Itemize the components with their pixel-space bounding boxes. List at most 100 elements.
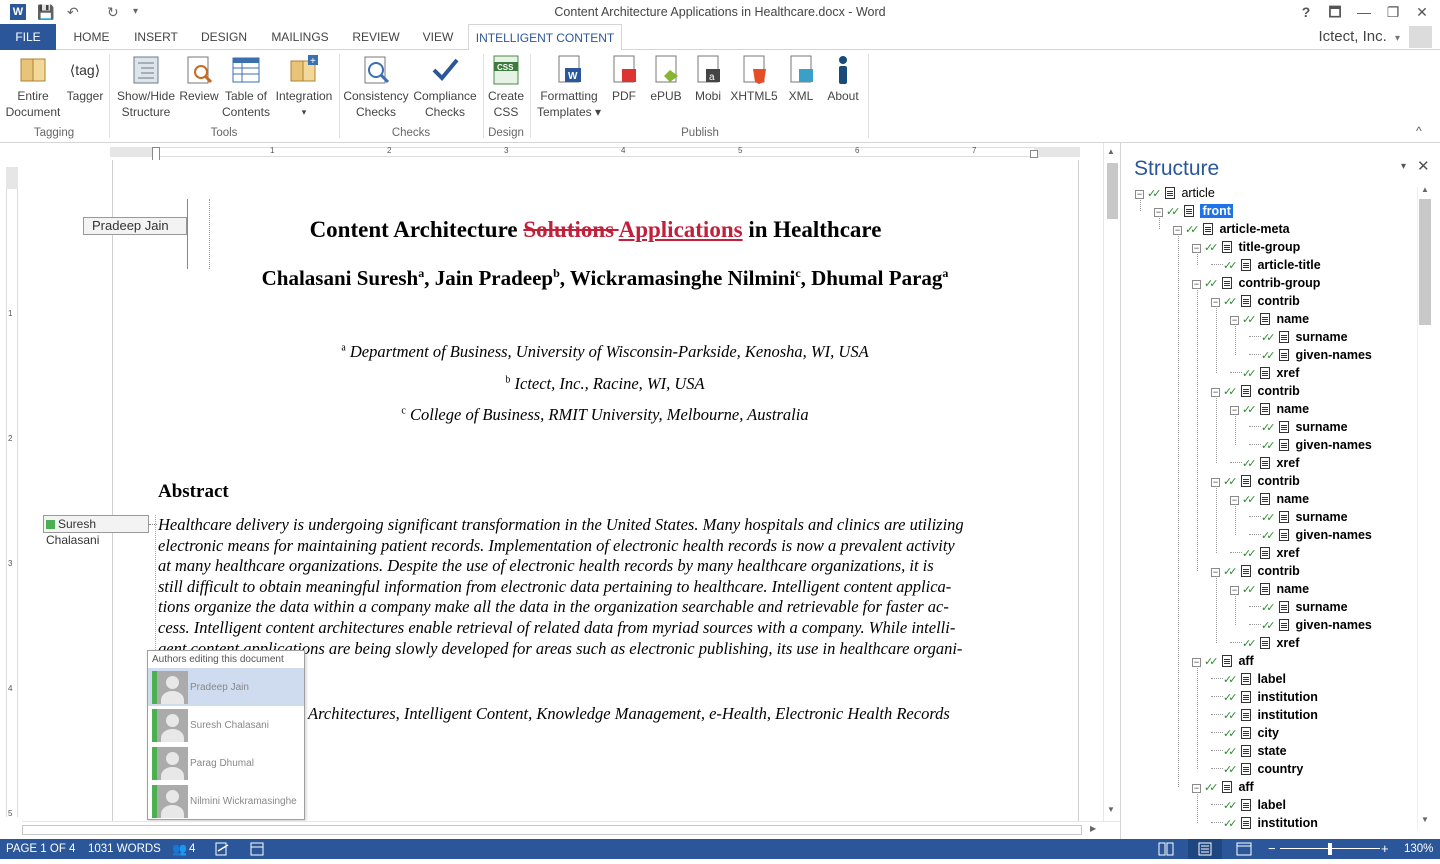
macro-icon[interactable] [250,839,264,863]
author-line[interactable]: Chalasani Suresh a, Jain Pradeepb, Wickra… [112,266,1098,291]
authors-icon[interactable]: 👥 [172,839,187,859]
tab-mailings[interactable]: MAILINGS [265,24,335,50]
tab-view[interactable]: VIEW [417,24,459,50]
read-mode-icon[interactable] [1158,839,1174,863]
tree-node[interactable]: ✓✓ surname [1249,328,1348,346]
tree-node[interactable]: ✓✓ institution [1211,688,1318,706]
scroll-up-icon[interactable]: ▲ [1107,147,1115,156]
show-hide-structure-button[interactable]: Show/Hide Structure [114,54,178,120]
mobi-button[interactable]: a Mobi [688,54,728,104]
affiliation-b[interactable]: b Ictect, Inc., Racine, WI, USA [112,374,1098,394]
user-account[interactable]: Ictect, Inc. ▾ [1318,28,1400,45]
collapse-ribbon-icon[interactable]: ^ [1416,124,1422,138]
proofing-icon[interactable] [214,839,230,864]
author-entry[interactable]: Suresh Chalasani [148,706,304,744]
horizontal-scroll-thumb[interactable] [22,825,1082,835]
web-layout-icon[interactable] [1236,839,1252,863]
compliance-checks-button[interactable]: Compliance Checks [410,54,480,120]
tree-node[interactable]: ✓✓ given-names [1249,436,1372,454]
tree-node[interactable]: − ✓✓ name [1230,490,1309,508]
pdf-button[interactable]: PDF [604,54,644,104]
xhtml5-button[interactable]: XHTML5 [728,54,780,104]
consistency-checks-button[interactable]: Consistency Checks [342,54,410,120]
vertical-scroll-thumb[interactable] [1107,163,1118,219]
tree-node[interactable]: ✓✓ xref [1230,364,1299,382]
horizontal-scrollbar[interactable]: ◀ ▶ [22,821,1120,838]
close-pane-icon[interactable]: ✕ [1417,157,1430,175]
horizontal-ruler[interactable]: 1 2 3 4 5 6 7 [110,146,1080,161]
tree-node[interactable]: − ✓✓ contrib [1211,382,1300,400]
tree-node[interactable]: ✓✓ xref [1230,634,1299,652]
scroll-right-icon[interactable]: ▶ [1090,824,1096,833]
tree-node[interactable]: ✓✓ country [1211,760,1303,778]
tree-node[interactable]: ✓✓ given-names [1249,346,1372,364]
tree-node[interactable]: − ✓✓ name [1230,400,1309,418]
tree-node[interactable]: − ✓✓ contrib [1211,472,1300,490]
tagger-button[interactable]: ⟨tag⟩ Tagger [64,54,106,104]
tree-node[interactable]: − ✓✓ article [1135,184,1215,202]
word-count[interactable]: 1031 WORDS [88,839,161,859]
tree-node[interactable]: ✓✓ city [1211,724,1279,742]
vertical-ruler[interactable]: 1 2 3 4 5 [0,143,22,823]
tree-scrollbar[interactable]: ▲ ▼ [1417,185,1431,830]
minimize-button[interactable]: — [1352,2,1376,22]
vertical-scrollbar[interactable]: ▲ ▼ [1103,143,1120,821]
formatting-templates-button[interactable]: W Formatting Templates ▾ [536,54,602,120]
tree-node[interactable]: − ✓✓ name [1230,310,1309,328]
review-button[interactable]: Review [178,54,220,104]
table-of-contents-button[interactable]: Table of Contents [220,54,272,120]
tree-node[interactable]: − ✓✓ title-group [1192,238,1300,256]
keywords-line[interactable]: Architectures, Intelligent Content, Know… [308,704,950,724]
author-tag-suresh[interactable]: Suresh Chalasani [43,515,149,547]
tab-intelligent-content[interactable]: INTELLIGENT CONTENT [468,24,622,51]
user-avatar[interactable] [1409,26,1432,48]
integration-button[interactable]: + Integration ▾ [272,54,336,120]
tree-node[interactable]: ✓✓ label [1211,796,1286,814]
tree-node[interactable]: ✓✓ institution [1211,814,1318,832]
affiliation-c[interactable]: c College of Business, RMIT University, … [112,405,1098,425]
ribbon-display-button[interactable]: 🗖 [1323,2,1347,22]
tree-node[interactable]: ✓✓ state [1211,742,1287,760]
tab-design[interactable]: DESIGN [196,24,252,50]
print-layout-icon[interactable] [1188,839,1222,859]
indent-marker[interactable] [152,147,160,161]
tree-node[interactable]: − ✓✓ aff [1192,778,1254,796]
tree-scroll-down-icon[interactable]: ▼ [1421,815,1429,824]
xml-button[interactable]: XML [782,54,820,104]
abstract-heading[interactable]: Abstract [158,481,229,503]
tree-node[interactable]: − ✓✓ article-meta [1173,220,1290,238]
tree-node[interactable]: ✓✓ given-names [1249,616,1372,634]
tab-home[interactable]: HOME [64,24,119,50]
right-indent-marker[interactable] [1030,150,1038,158]
tree-node[interactable]: − ✓✓ front [1154,202,1233,220]
pane-options-icon[interactable]: ▾ [1401,161,1406,172]
tree-node[interactable]: ✓✓ article-title [1211,256,1321,274]
help-button[interactable]: ? [1294,2,1318,22]
tree-node[interactable]: ✓✓ surname [1249,508,1348,526]
tree-scroll-up-icon[interactable]: ▲ [1421,185,1429,194]
tree-node[interactable]: ✓✓ xref [1230,544,1299,562]
tree-node[interactable]: ✓✓ surname [1249,598,1348,616]
author-entry[interactable]: Pradeep Jain [148,668,304,706]
close-button[interactable]: ✕ [1410,2,1434,22]
zoom-in-button[interactable]: + [1381,839,1389,859]
zoom-slider-thumb[interactable] [1328,843,1332,855]
author-entry[interactable]: Nilmini Wickramasinghe [148,782,304,820]
page-count[interactable]: PAGE 1 OF 4 [6,839,75,859]
tab-review[interactable]: REVIEW [348,24,404,50]
zoom-level[interactable]: 130% [1404,839,1433,859]
tree-node[interactable]: ✓✓ given-names [1249,526,1372,544]
create-css-button[interactable]: CSS Create CSS [484,54,528,120]
tree-node[interactable]: − ✓✓ contrib [1211,562,1300,580]
tree-node[interactable]: ✓✓ institution [1211,706,1318,724]
entire-document-button[interactable]: Entire Document [2,54,64,120]
restore-button[interactable]: ❐ [1381,2,1405,22]
epub-button[interactable]: ePUB [646,54,686,104]
tree-node[interactable]: − ✓✓ name [1230,580,1309,598]
tab-file[interactable]: FILE [0,24,56,50]
tree-node[interactable]: ✓✓ label [1211,670,1286,688]
tree-node[interactable]: − ✓✓ contrib [1211,292,1300,310]
about-button[interactable]: About [822,54,864,104]
tree-node[interactable]: − ✓✓ contrib-group [1192,274,1320,292]
affiliation-a[interactable]: a Department of Business, University of … [112,342,1098,362]
